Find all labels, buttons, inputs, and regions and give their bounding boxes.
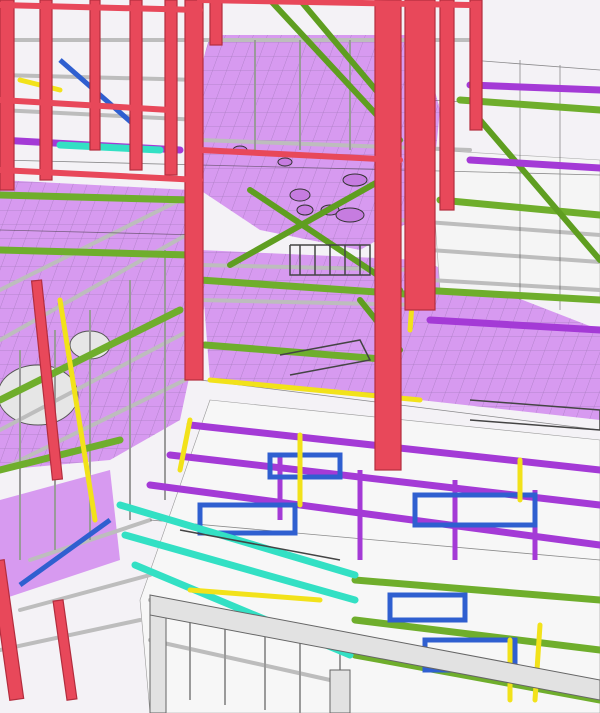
structural-model-render xyxy=(0,0,600,713)
column xyxy=(469,0,483,131)
column xyxy=(209,0,223,46)
column xyxy=(164,0,178,176)
column xyxy=(89,0,101,151)
column xyxy=(184,0,204,381)
column xyxy=(0,0,15,191)
column xyxy=(39,0,53,181)
column xyxy=(374,0,402,471)
column xyxy=(439,0,455,211)
column xyxy=(129,0,143,171)
column xyxy=(404,0,436,311)
